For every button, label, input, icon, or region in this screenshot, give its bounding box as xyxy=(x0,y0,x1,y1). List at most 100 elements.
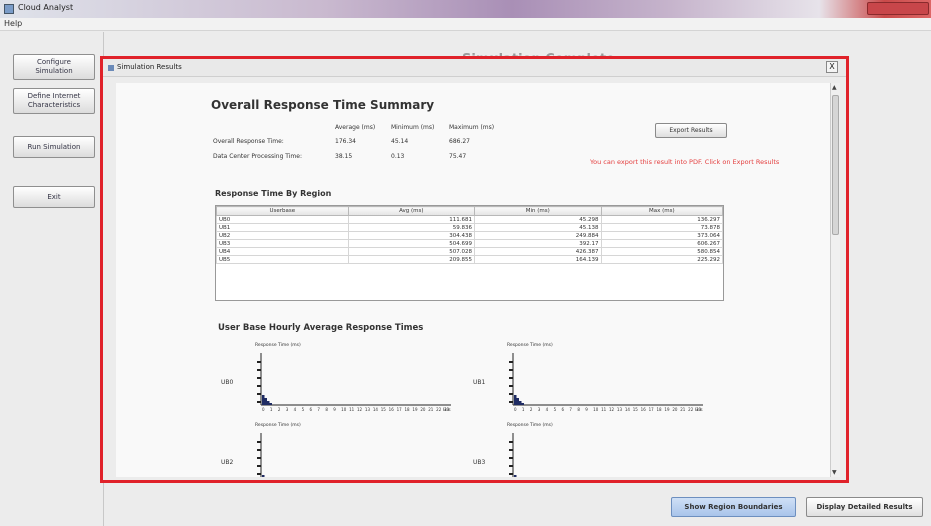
export-results-button[interactable]: Export Results xyxy=(655,123,727,138)
overall-summary-heading: Overall Response Time Summary xyxy=(211,98,435,112)
table-row[interactable]: UB5 209.855 164.139 225.292 xyxy=(216,255,724,264)
chart-hour-label: 4 xyxy=(546,407,549,412)
chart-hour-label: 6 xyxy=(562,407,565,412)
show-region-boundaries-button[interactable]: Show Region Boundaries xyxy=(671,497,796,517)
chart-hour-label: 6 xyxy=(310,407,313,412)
configure-simulation-button[interactable]: Configure Simulation xyxy=(13,54,95,80)
chart-y-tick xyxy=(257,369,261,371)
menubar: Help xyxy=(0,18,931,31)
chart-hour-label: 13 xyxy=(617,407,623,412)
chart-hour-label: 8 xyxy=(325,407,328,412)
table-header-row: Userbase Avg (ms) Min (ms) Max (ms) xyxy=(216,206,724,216)
window-controls[interactable] xyxy=(867,2,929,15)
exit-button[interactable]: Exit xyxy=(13,186,95,208)
scroll-up-icon[interactable]: ▲ xyxy=(832,84,837,91)
chart-y-tick xyxy=(509,401,513,403)
chart-bar xyxy=(514,475,517,477)
cell-userbase: UB5 xyxy=(216,255,349,264)
menu-help[interactable]: Help xyxy=(4,19,22,28)
chart-y-tick xyxy=(509,465,513,467)
dialog-icon xyxy=(108,65,114,71)
chart-bar xyxy=(516,398,519,405)
cell-userbase: UB0 xyxy=(216,215,349,224)
chart-y-label: Response Time (ms) xyxy=(507,343,553,348)
cell-max: 580.854 xyxy=(600,247,724,256)
chart-hour-label: 21 xyxy=(680,407,686,412)
max-header: Maximum (ms) xyxy=(449,124,495,131)
chart-hour-label: 17 xyxy=(397,407,403,412)
col-avg[interactable]: Avg (ms) xyxy=(347,206,476,216)
chart-y-tick xyxy=(509,449,513,451)
avg-header: Average (ms) xyxy=(335,124,376,131)
chart-hour-label: 22 xyxy=(688,407,694,412)
dc-processing-label: Data Center Processing Time: xyxy=(213,153,302,160)
close-icon[interactable]: X xyxy=(826,61,838,73)
cell-min: 45.138 xyxy=(474,223,602,232)
chart-y-tick xyxy=(257,377,261,379)
table-row[interactable]: UB0 111.681 45.298 136.297 xyxy=(216,215,724,224)
chart-hour-label: 7 xyxy=(569,407,572,412)
table-row[interactable]: UB3 504.699 392.17 606.267 xyxy=(216,239,724,248)
chart-hour-label: 22 xyxy=(436,407,442,412)
hourly-heading: User Base Hourly Average Response Times xyxy=(218,323,424,333)
hourly-chart-ub2: Response Time (ms) UB2 0 1 2 3 4 5 6 7 8 9 10 11 12 1… xyxy=(221,423,461,477)
chart-y-tick xyxy=(257,393,261,395)
scroll-thumb[interactable] xyxy=(832,95,839,235)
chart-y-tick xyxy=(509,369,513,371)
overall-max: 686.27 xyxy=(449,138,470,145)
chart-y-tick xyxy=(509,473,513,475)
chart-hour-label: 9 xyxy=(333,407,336,412)
cell-userbase: UB2 xyxy=(216,231,349,240)
chart-hour-label: 3 xyxy=(538,407,541,412)
chart-hour-label: 2 xyxy=(278,407,281,412)
chart-y-tick xyxy=(509,385,513,387)
hourly-chart-ub3: Response Time (ms) UB3 0 1 2 3 4 5 6 7 8 9 10 11 12 1… xyxy=(473,423,713,477)
chart-ub-label: UB3 xyxy=(473,459,486,466)
chart-hour-label: 4 xyxy=(294,407,297,412)
run-simulation-button[interactable]: Run Simulation xyxy=(13,136,95,158)
window-titlebar: Cloud Analyst xyxy=(0,0,931,18)
chart-hour-label: 11 xyxy=(349,407,355,412)
results-dialog: Simulation Results X Overall Response Ti… xyxy=(100,56,849,483)
chart-hour-label: 12 xyxy=(357,407,363,412)
chart-y-tick xyxy=(509,457,513,459)
chart-hour-label: 0 xyxy=(514,407,517,412)
left-nav-panel: Configure Simulation Define Internet Cha… xyxy=(0,32,104,526)
chart-hour-label: 21 xyxy=(428,407,434,412)
table-row[interactable]: UB4 507.028 426.387 580.854 xyxy=(216,247,724,256)
chart-hour-label: 0 xyxy=(262,407,265,412)
region-table: Userbase Avg (ms) Min (ms) Max (ms) UB0 … xyxy=(215,205,724,301)
overall-response-label: Overall Response Time: xyxy=(213,138,284,145)
chart-bar xyxy=(519,401,522,405)
overall-min: 45.14 xyxy=(391,138,409,145)
hourly-chart-ub1: Response Time (ms) UB1 0 1 2 3 4 5 6 7 8 9 10 11 12 1… xyxy=(473,343,713,423)
chart-y-label: Response Time (ms) xyxy=(507,423,553,428)
chart-y-tick xyxy=(257,361,261,363)
chart-hour-label: 17 xyxy=(649,407,655,412)
col-max[interactable]: Max (ms) xyxy=(600,206,724,216)
chart-hour-label: 9 xyxy=(585,407,588,412)
chart-y-tick xyxy=(509,377,513,379)
chart-plot: 0 1 2 3 4 5 6 7 8 9 10 11 12 13 14 15 16 17 18 19 20 21 22 23 xyxy=(509,353,703,412)
display-detailed-results-button[interactable]: Display Detailed Results xyxy=(806,497,923,517)
hourly-chart-ub0: Response Time (ms) UB0 0 1 2 3 4 5 6 7 8 9 10 11 12 1… xyxy=(221,343,461,423)
table-row[interactable]: UB2 304.438 249.884 373.064 xyxy=(216,231,724,240)
chart-y-label: Response Time (ms) xyxy=(255,423,301,428)
dc-min: 0.13 xyxy=(391,153,405,160)
cell-max: 225.292 xyxy=(600,255,724,264)
chart-ub-label: UB0 xyxy=(221,379,234,386)
chart-plot: 0 1 2 3 4 5 6 7 8 9 10 11 12 13 14 15 16 17 18 19 20 21 22 23 xyxy=(257,433,265,477)
chart-hour-label: 13 xyxy=(365,407,371,412)
col-userbase[interactable]: Userbase xyxy=(216,206,349,216)
scroll-down-icon[interactable]: ▼ xyxy=(832,469,837,476)
chart-hour-label: 7 xyxy=(317,407,320,412)
app-icon xyxy=(4,4,14,14)
chart-bar xyxy=(269,403,272,405)
chart-hour-label: 16 xyxy=(389,407,395,412)
results-content: Overall Response Time Summary Average (m… xyxy=(116,83,830,477)
vertical-scrollbar[interactable]: ▲ ▼ xyxy=(830,83,840,477)
table-row[interactable]: UB1 59.836 45.138 73.878 xyxy=(216,223,724,232)
chart-ub-label: UB1 xyxy=(473,379,486,386)
col-min[interactable]: Min (ms) xyxy=(474,206,602,216)
define-internet-button[interactable]: Define Internet Characteristics xyxy=(13,88,95,114)
